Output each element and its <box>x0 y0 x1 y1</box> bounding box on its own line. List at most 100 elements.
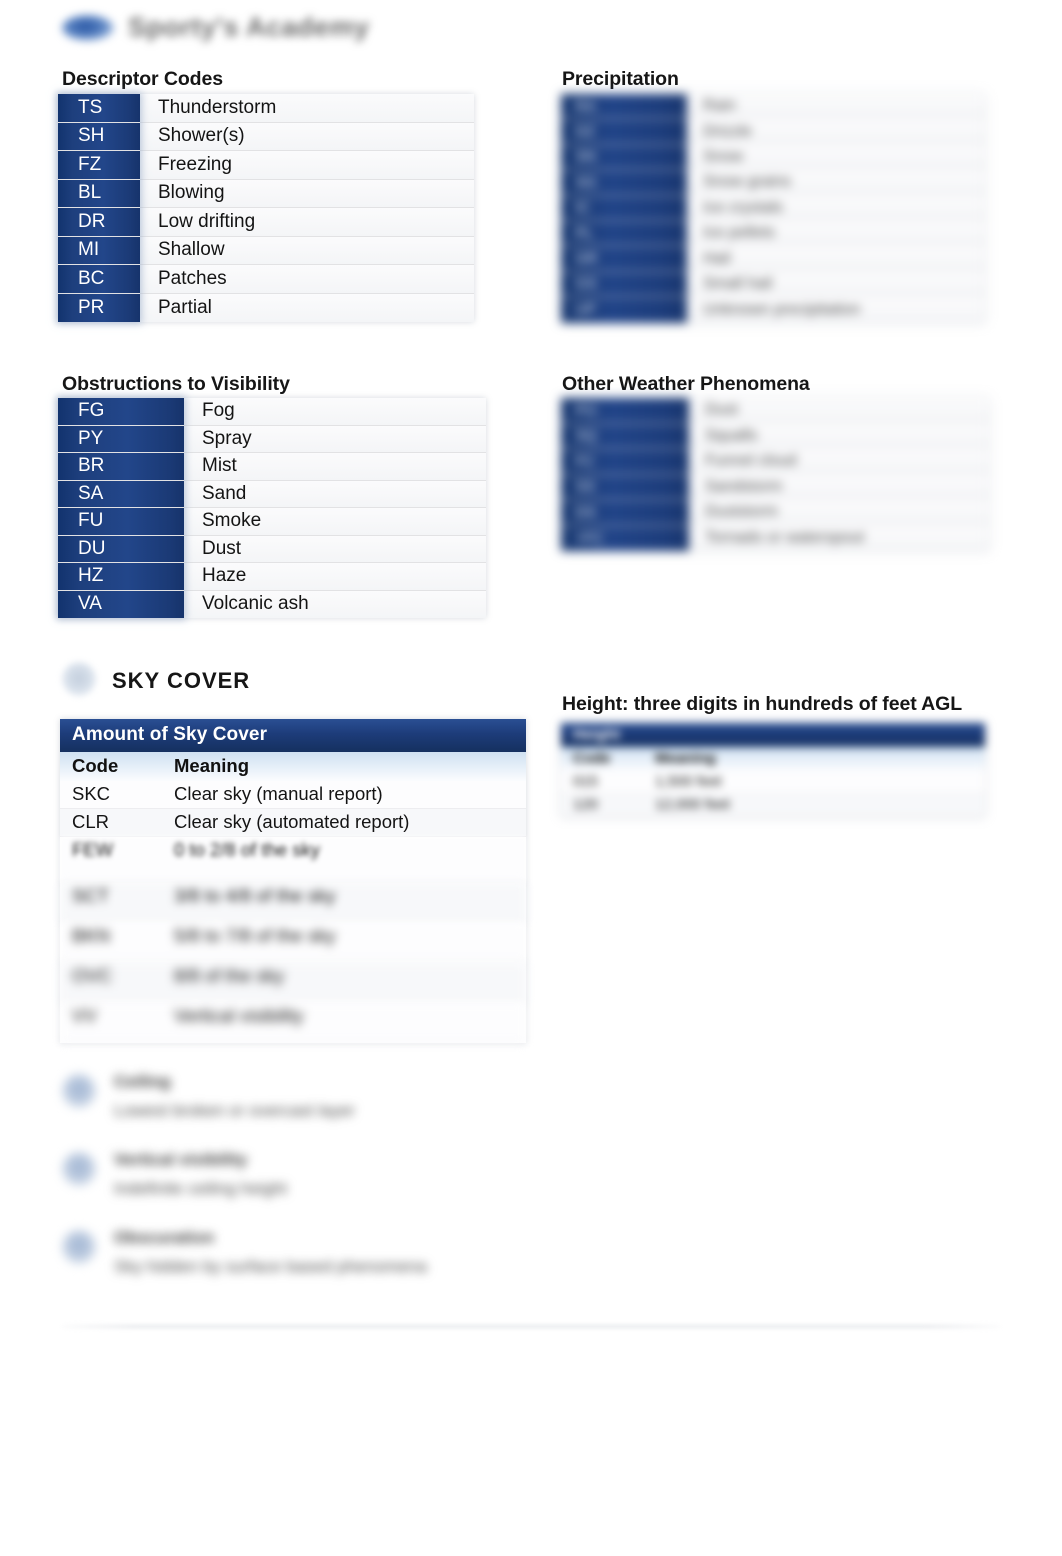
row-meaning: Haze <box>202 565 247 587</box>
table-row: BL Blowing <box>58 179 474 208</box>
document-header: Sporty's Academy <box>62 12 370 43</box>
other-phenomena-table: PO Dust SQ Squalls FC Funnel cloud SS Sandstorm… <box>561 398 989 551</box>
table-row: FU Smoke <box>58 508 486 536</box>
table-row: TS Thunderstorm <box>58 94 474 123</box>
row-meaning: Vertical visibility <box>174 1005 304 1026</box>
table-row: PY Spray <box>58 425 486 453</box>
table-row: SH Shower(s) <box>58 122 474 151</box>
row-code: 120 <box>573 796 599 813</box>
row-meaning: 1,500 feet <box>655 773 722 790</box>
row-code: GR <box>561 246 687 271</box>
table-row: SG Snow grains <box>561 170 985 196</box>
row-code: SQ <box>561 423 689 448</box>
row-code: DZ <box>561 119 687 144</box>
info-circle-icon <box>62 1152 96 1186</box>
sky-cover-col-code: Code <box>72 755 119 776</box>
sky-cover-heading: SKY COVER <box>112 668 251 693</box>
row-meaning: Sand <box>202 482 247 504</box>
row-code: FC <box>561 449 689 474</box>
note-obscuration: Obscuration Sky hidden by surface based … <box>62 1228 427 1277</box>
row-meaning: Dust <box>202 537 242 559</box>
row-code: FEW <box>72 839 114 860</box>
row-code: UP <box>561 297 687 323</box>
table-row: +FC Tornado or waterspout <box>561 525 989 551</box>
row-code: RA <box>561 94 687 119</box>
row-code: DS <box>561 500 689 525</box>
table-row: FEW 0 to 2/8 of the sky <box>60 837 526 883</box>
row-code: FU <box>58 508 184 535</box>
note-text: Sky hidden by surface based phenomena <box>114 1257 427 1276</box>
other-phenomena-rows: PO Dust SQ Squalls FC Funnel cloud SS Sandstorm… <box>561 398 989 551</box>
descriptor-codes-heading: Descriptor Codes <box>62 68 223 90</box>
row-meaning: Ice pellets <box>703 224 776 242</box>
row-meaning: 0 to 2/8 of the sky <box>174 839 321 860</box>
row-code: FG <box>58 398 184 425</box>
row-meaning: Squalls <box>705 426 758 444</box>
table-row: HZ Haze <box>58 563 486 591</box>
table-row: FG Fog <box>58 398 486 426</box>
sky-cover-col-meaning: Meaning <box>174 755 250 776</box>
descriptor-codes-table: TS Thunderstorm SH Shower(s) FZ Freezing BL Blo… <box>58 94 474 322</box>
table-row: DZ Drizzle <box>561 119 985 145</box>
row-meaning: Mist <box>202 455 237 477</box>
row-code: MI <box>58 236 140 264</box>
row-meaning: Low drifting <box>158 210 256 232</box>
row-meaning: Tornado or waterspout <box>705 529 865 547</box>
table-row: SKC Clear sky (manual report) <box>60 781 526 809</box>
row-code: SA <box>58 480 184 507</box>
row-meaning: Patches <box>158 267 227 289</box>
info-circle-icon <box>62 1230 96 1264</box>
row-code: PR <box>58 293 140 322</box>
row-meaning: Snow <box>703 147 744 165</box>
table-row: RA Rain <box>561 94 985 120</box>
row-meaning: 8/8 of the sky <box>174 965 285 986</box>
row-code: VA <box>58 590 184 618</box>
height-table-title: Height <box>561 723 985 747</box>
row-meaning: Sandstorm <box>705 477 783 495</box>
height-table: Height Code Meaning 015 1,500 feet 120 12,0… <box>561 723 985 817</box>
table-row: VA Volcanic ash <box>58 590 486 618</box>
table-row: SN Snow <box>561 144 985 171</box>
table-row: CLR Clear sky (automated report) <box>60 809 526 837</box>
table-row: PO Dust <box>561 398 989 424</box>
sky-cover-table-title: Amount of Sky Cover <box>60 719 526 752</box>
row-meaning: Hail <box>703 249 731 267</box>
row-code: BC <box>58 265 140 293</box>
row-meaning: Snow grains <box>703 173 792 191</box>
note-title: Ceiling <box>114 1072 171 1091</box>
obstructions-rows: FG Fog PY Spray BR Mist SA Sand FU Smoke DU Dust HZ H… <box>58 398 486 618</box>
sky-cover-table: Amount of Sky Cover Code Meaning SKC Clea… <box>60 719 526 1043</box>
row-code: GS <box>561 271 687 297</box>
row-code: CLR <box>72 811 110 832</box>
row-code: SG <box>561 170 687 195</box>
note-text: Indefinite ceiling height <box>114 1179 287 1198</box>
table-row: VV Vertical visibility <box>60 1003 526 1043</box>
obstructions-heading: Obstructions to Visibility <box>62 373 290 395</box>
table-row: PL Ice pellets <box>561 220 985 247</box>
table-row: BR Mist <box>58 453 486 481</box>
row-meaning: Ice crystals <box>703 198 784 216</box>
row-code: BL <box>58 179 140 207</box>
row-meaning: Partial <box>158 296 212 318</box>
row-code: SS <box>561 474 689 499</box>
row-meaning: Thunderstorm <box>158 96 277 118</box>
table-row: PR Partial <box>58 293 474 322</box>
row-meaning: Blowing <box>158 182 225 204</box>
note-vertical-visibility: Vertical visibility Indefinite ceiling h… <box>62 1150 287 1199</box>
other-phenomena-heading: Other Weather Phenomena <box>562 373 810 395</box>
table-row: FC Funnel cloud <box>561 449 989 475</box>
row-meaning: Small hail <box>703 274 773 292</box>
note-ceiling: Ceiling Lowest broken or overcast layer <box>62 1072 355 1121</box>
row-code: PO <box>561 398 689 423</box>
table-row: SQ Squalls <box>561 423 989 449</box>
row-meaning: Rain <box>703 97 736 115</box>
brand-logo-icon <box>62 14 114 41</box>
row-code: FZ <box>58 151 140 179</box>
sky-cover-column-headers: Code Meaning <box>60 752 526 781</box>
row-code: SKC <box>72 783 111 804</box>
row-code: HZ <box>58 563 184 590</box>
table-row: GR Hail <box>561 246 985 272</box>
table-row: UP Unknown precipitation <box>561 297 985 323</box>
table-row: FZ Freezing <box>58 151 474 180</box>
row-code: 015 <box>573 773 599 790</box>
